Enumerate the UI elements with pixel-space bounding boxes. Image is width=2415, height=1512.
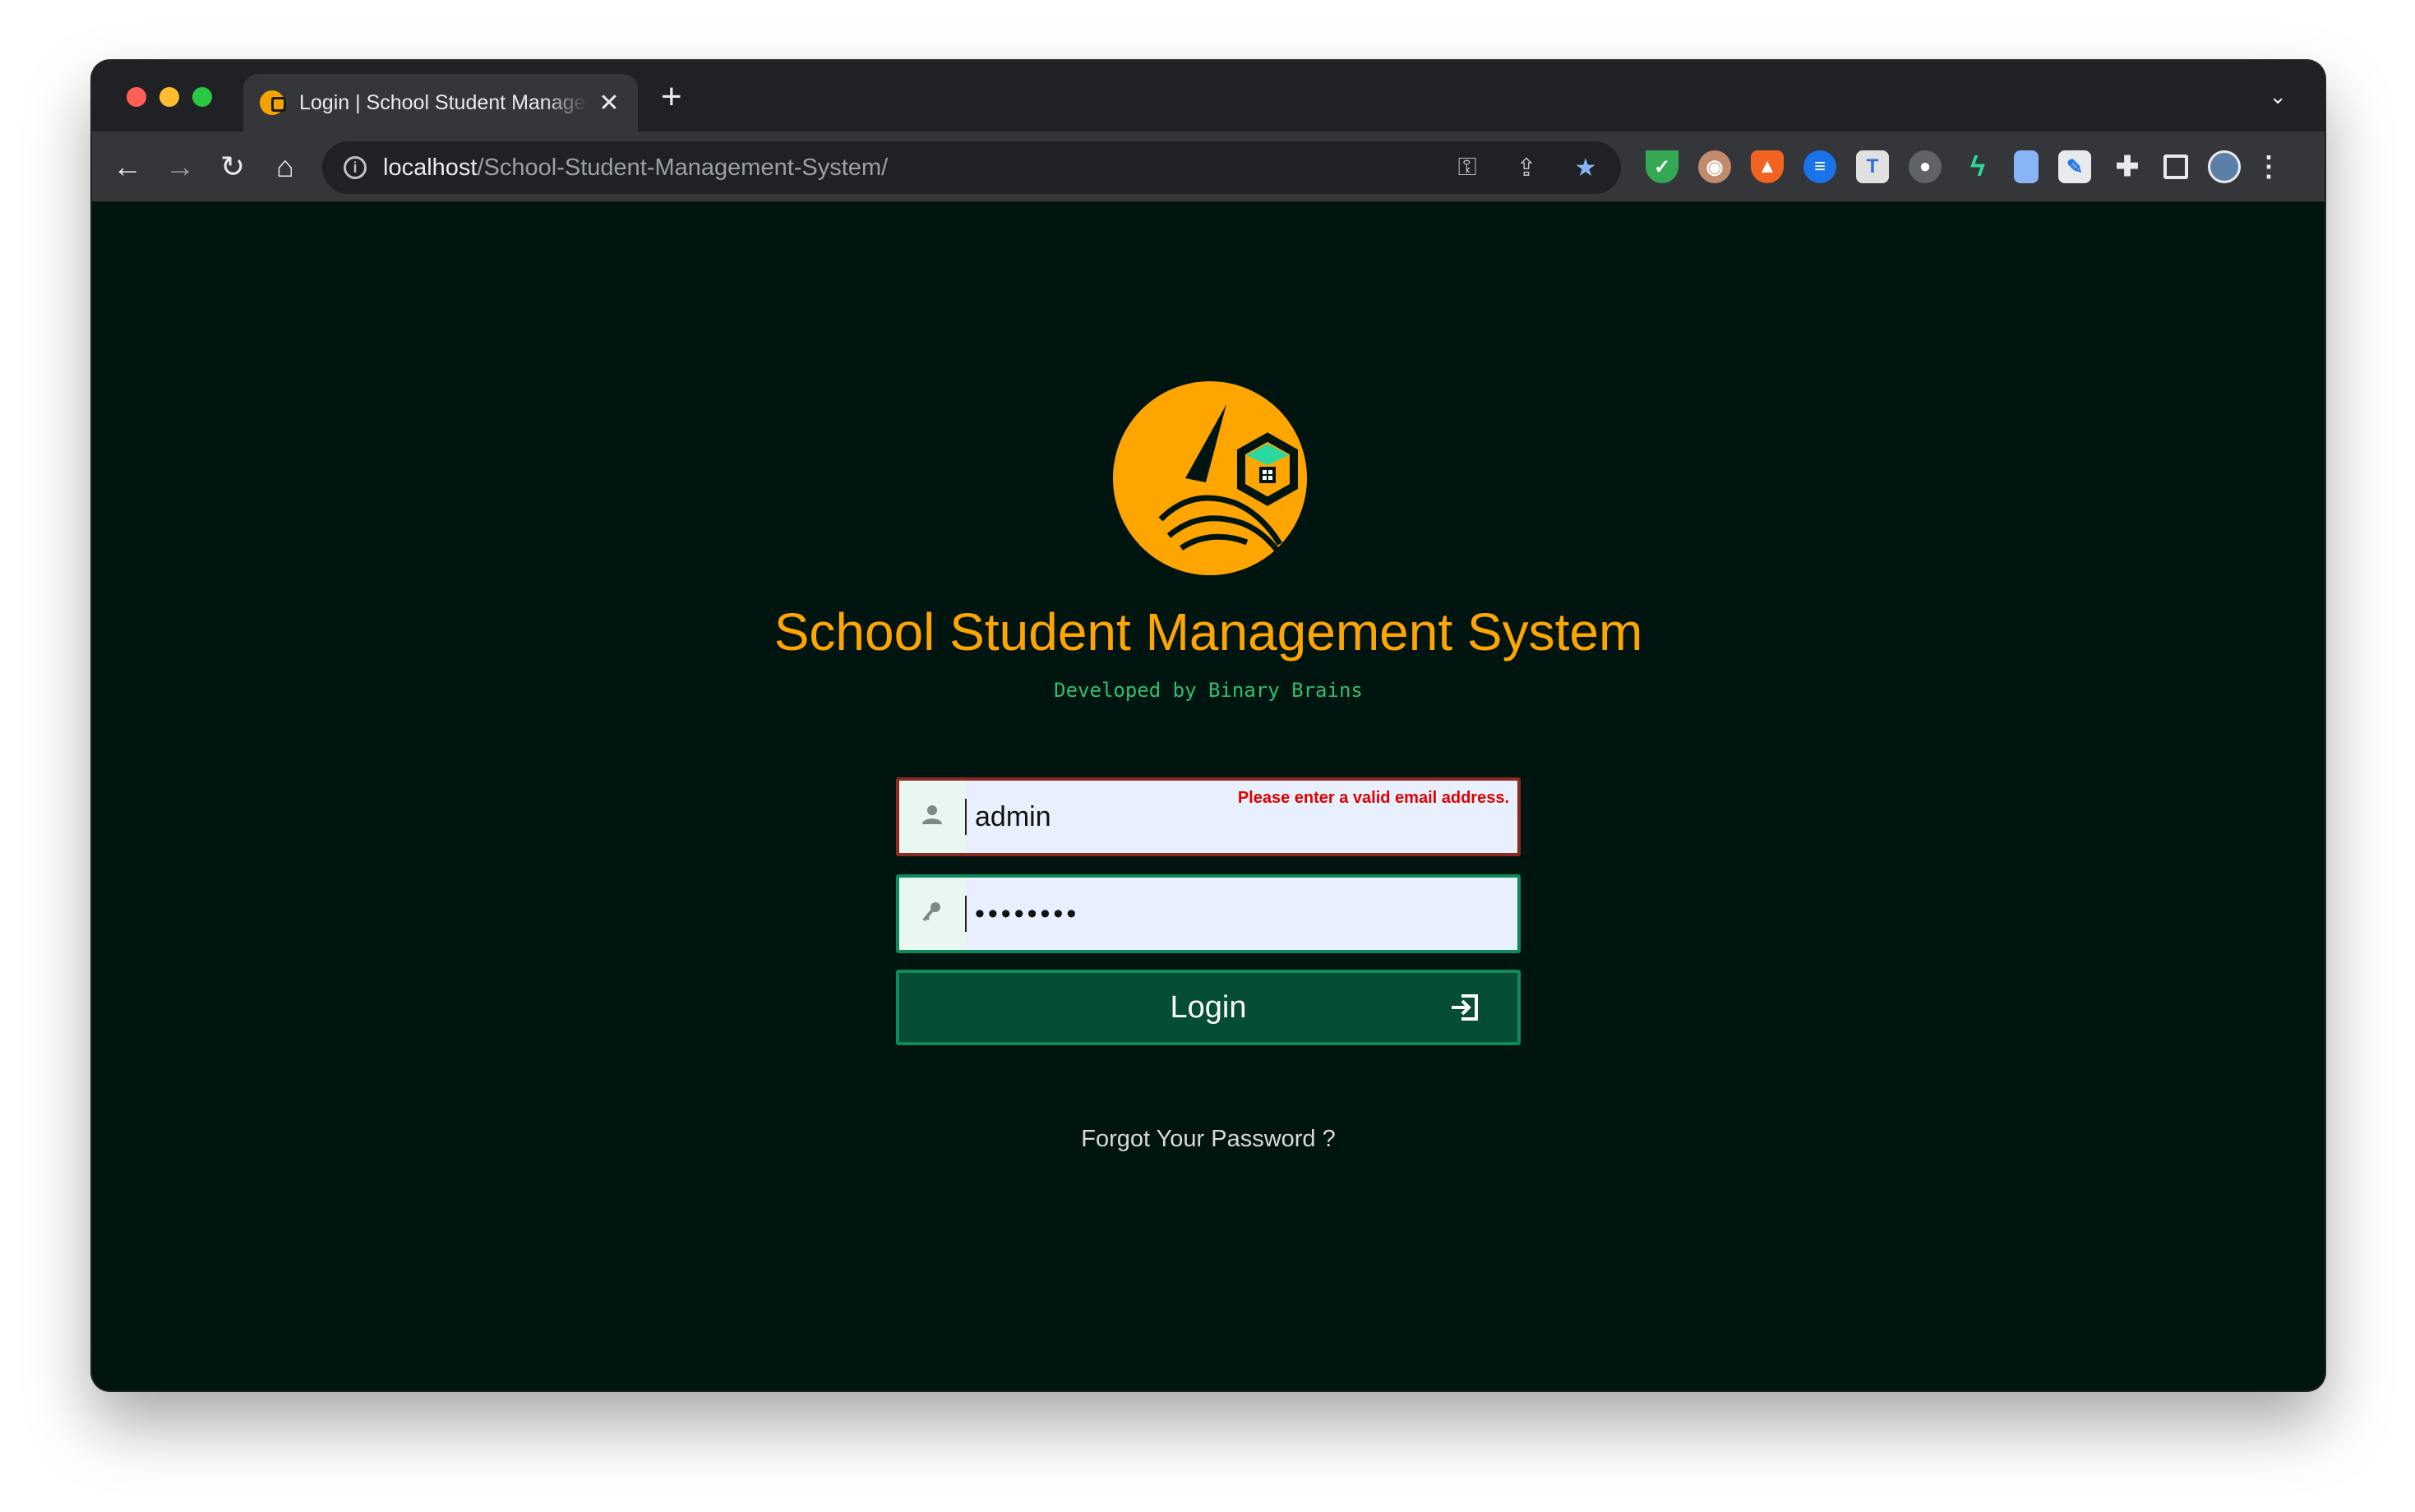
login-button[interactable]: Login bbox=[896, 970, 1521, 1045]
favicon-icon bbox=[260, 90, 286, 115]
user-icon bbox=[921, 804, 943, 831]
key-icon bbox=[921, 901, 943, 928]
tab-search-icon[interactable]: ⌄ bbox=[2269, 84, 2287, 109]
sign-in-icon bbox=[1452, 994, 1478, 1021]
bolt-extension-icon[interactable]: ϟ bbox=[1961, 150, 1994, 183]
url-path: /School-Student-Management-System/ bbox=[477, 154, 889, 181]
t-extension-icon[interactable]: T bbox=[1856, 150, 1889, 183]
side-panel-icon[interactable] bbox=[2163, 154, 2188, 179]
close-window-button[interactable] bbox=[127, 87, 146, 107]
back-button[interactable]: ← bbox=[109, 148, 146, 186]
password-key-icon[interactable]: ⚿ bbox=[1453, 154, 1481, 182]
site-info-icon[interactable]: i bbox=[344, 156, 367, 179]
forward-button[interactable]: → bbox=[161, 148, 199, 186]
extensions-bar: ✓ ◉ ▲ ≡ T ● ϟ ✎ ✚ ⋮ bbox=[1646, 148, 2283, 186]
email-validation-error: Please enter a valid email address. bbox=[1237, 789, 1509, 807]
profile-avatar-icon[interactable] bbox=[2208, 150, 2241, 183]
browser-tab[interactable]: Login | School Student Management System… bbox=[243, 74, 638, 131]
password-input[interactable] bbox=[965, 896, 1499, 932]
login-button-label: Login bbox=[1170, 989, 1247, 1025]
tab-strip: Login | School Student Management System… bbox=[92, 61, 2325, 131]
book-extension-icon[interactable] bbox=[2014, 150, 2039, 183]
school-logo-icon bbox=[1113, 381, 1307, 575]
address-bar[interactable]: i localhost /School-Student-Management-S… bbox=[322, 141, 1621, 194]
camera-extension-icon[interactable]: ● bbox=[1909, 150, 1942, 183]
home-button[interactable]: ⌂ bbox=[266, 148, 304, 186]
forgot-password-link[interactable]: Forgot Your Password ? bbox=[92, 1126, 2325, 1153]
url-host: localhost bbox=[383, 154, 478, 181]
glasses-extension-icon[interactable]: ◉ bbox=[1698, 150, 1731, 183]
share-icon[interactable]: ⇪ bbox=[1512, 154, 1540, 182]
maximize-window-button[interactable] bbox=[192, 87, 212, 107]
tab-close-icon[interactable]: ✕ bbox=[597, 89, 621, 118]
app-title: School Student Management System bbox=[773, 602, 1643, 662]
browser-window: Login | School Student Management System… bbox=[92, 61, 2325, 1390]
reload-button[interactable]: ↻ bbox=[214, 148, 252, 186]
app-subtitle: Developed by Binary Brains bbox=[1054, 679, 1363, 702]
login-page: School Student Management System Develop… bbox=[92, 202, 2325, 1390]
minimize-window-button[interactable] bbox=[159, 87, 179, 107]
tab-title: Login | School Student Management System bbox=[299, 90, 587, 114]
password-field bbox=[896, 874, 1521, 953]
fox-extension-icon[interactable]: ▲ bbox=[1751, 150, 1784, 183]
browser-toolbar: ← → ↻ ⌂ i localhost /School-Student-Mana… bbox=[92, 131, 2325, 202]
image-edit-extension-icon[interactable]: ✎ bbox=[2058, 150, 2091, 183]
bookmark-star-icon[interactable]: ★ bbox=[1572, 154, 1600, 182]
new-tab-button[interactable]: + bbox=[661, 79, 682, 115]
doc-extension-icon[interactable]: ≡ bbox=[1803, 150, 1836, 183]
puzzle-extensions-icon[interactable]: ✚ bbox=[2111, 150, 2144, 183]
chrome-menu-icon[interactable]: ⋮ bbox=[2255, 150, 2283, 183]
shield-extension-icon[interactable]: ✓ bbox=[1646, 150, 1678, 183]
username-field: Please enter a valid email address. bbox=[896, 777, 1521, 856]
